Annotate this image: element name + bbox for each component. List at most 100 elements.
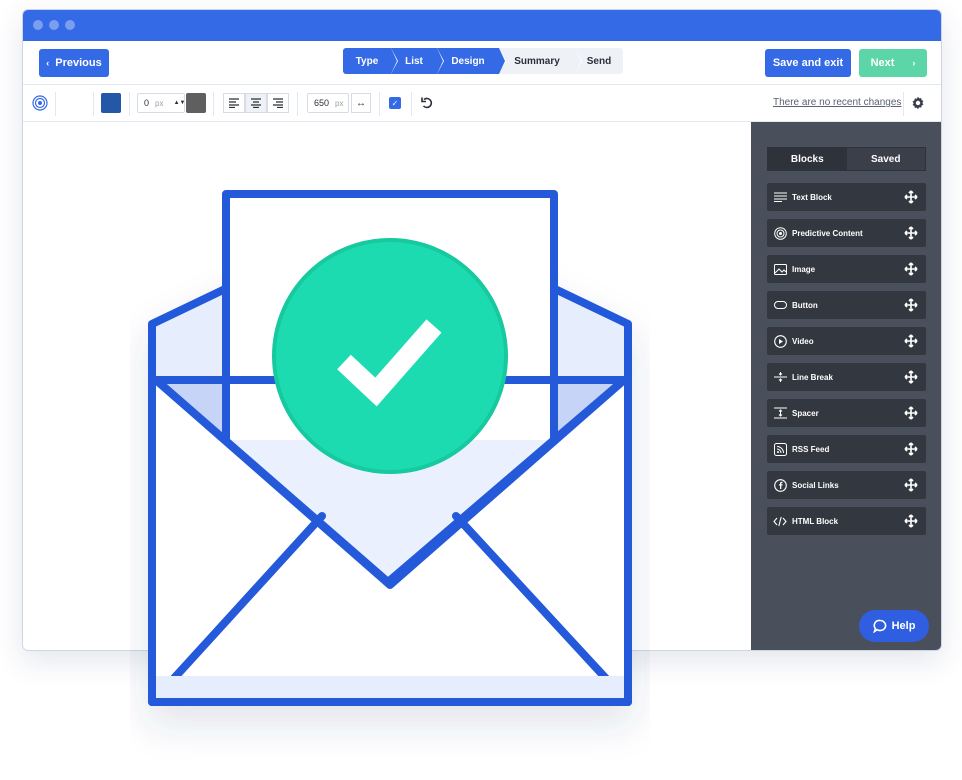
block-label: RSS Feed [792, 444, 830, 454]
align-left-icon[interactable] [223, 93, 245, 113]
block-label: Image [792, 264, 816, 274]
block-label: Button [792, 300, 818, 310]
move-icon[interactable] [904, 442, 918, 456]
checkbox-icon[interactable]: ✓ [389, 97, 401, 109]
step-type[interactable]: Type [343, 48, 398, 74]
gear-icon[interactable] [910, 95, 926, 111]
move-icon[interactable] [904, 514, 918, 528]
block-line-break[interactable]: Line Break [767, 363, 926, 391]
toolbar-divider [213, 92, 214, 116]
block-image[interactable]: Image [767, 255, 926, 283]
previous-button[interactable]: ‹ Previous [39, 49, 109, 77]
undo-icon[interactable] [419, 95, 435, 111]
previous-button-label: Previous [55, 57, 102, 69]
block-button[interactable]: Button [767, 291, 926, 319]
spacer-icon [773, 406, 787, 420]
rss-icon [773, 442, 787, 456]
editor-toolbar: 0 px ▲▼ 650 px ↔ ✓ There are no recent c… [23, 85, 941, 122]
block-label: Predictive Content [792, 228, 863, 238]
panel-tabs: Blocks Saved [767, 147, 926, 171]
block-social-links[interactable]: Social Links [767, 471, 926, 499]
toolbar-divider [903, 92, 904, 116]
block-label: Spacer [792, 408, 819, 418]
step-arrow [391, 48, 397, 74]
border-color-swatch[interactable] [186, 93, 206, 113]
chevron-left-icon: ‹ [46, 58, 50, 68]
step-arrow [437, 48, 443, 74]
block-text[interactable]: Text Block [767, 183, 926, 211]
fill-color-swatch[interactable] [101, 93, 121, 113]
window-dot [33, 20, 43, 30]
code-icon [773, 514, 787, 528]
step-label: Send [586, 55, 612, 67]
email-sent-illustration [148, 190, 632, 706]
border-width-value: 0 [144, 98, 150, 108]
toolbar-divider [411, 92, 412, 116]
step-send[interactable]: Send [575, 48, 623, 74]
step-arrow [499, 48, 505, 74]
step-design[interactable]: Design [437, 48, 506, 74]
line-break-icon [773, 370, 787, 384]
move-icon[interactable] [904, 370, 918, 384]
align-right-icon[interactable] [267, 93, 289, 113]
predictive-target-icon[interactable] [31, 94, 49, 112]
predictive-icon [773, 226, 787, 240]
move-icon[interactable] [904, 334, 918, 348]
play-icon [773, 334, 787, 348]
step-label: Type [355, 55, 379, 67]
block-html[interactable]: HTML Block [767, 507, 926, 535]
save-button-label: Save and exit [772, 57, 844, 69]
recent-changes-link[interactable]: There are no recent changes [773, 97, 901, 108]
move-icon[interactable] [904, 478, 918, 492]
step-label: Design [451, 55, 485, 67]
width-arrows-icon[interactable]: ↔ [351, 93, 371, 113]
next-button-label: Next [870, 57, 895, 69]
toolbar-divider [93, 92, 94, 116]
next-button[interactable]: Next › [859, 49, 927, 77]
window-titlebar [23, 10, 941, 41]
button-icon [773, 298, 787, 312]
step-summary[interactable]: Summary [499, 48, 582, 74]
block-label: Social Links [792, 480, 839, 490]
step-breadcrumb: Type List Design Summary Send [343, 48, 623, 74]
move-icon[interactable] [904, 298, 918, 312]
image-icon [773, 262, 787, 276]
block-rss-feed[interactable]: RSS Feed [767, 435, 926, 463]
align-center-icon[interactable] [245, 93, 267, 113]
window-dot [65, 20, 75, 30]
block-predictive-content[interactable]: Predictive Content [767, 219, 926, 247]
tab-blocks[interactable]: Blocks [768, 148, 847, 170]
help-label: Help [891, 620, 916, 632]
content-width-unit: px [335, 98, 344, 108]
move-icon[interactable] [904, 406, 918, 420]
save-and-exit-button[interactable]: Save and exit [765, 49, 851, 77]
chevron-right-icon: › [912, 58, 916, 68]
block-video[interactable]: Video [767, 327, 926, 355]
block-label: Text Block [792, 192, 832, 202]
block-label: Line Break [792, 372, 833, 382]
chat-bubble-icon [872, 619, 886, 633]
window-dot [49, 20, 59, 30]
stepper-arrows-icon[interactable]: ▲▼ [174, 94, 186, 112]
facebook-icon [773, 478, 787, 492]
step-arrow [575, 48, 581, 74]
block-spacer[interactable]: Spacer [767, 399, 926, 427]
content-width-input[interactable]: 650 px [307, 93, 349, 113]
blocks-panel: Blocks Saved Text Block Predictive Conte… [751, 122, 941, 650]
check-circle-icon [272, 238, 508, 474]
border-width-unit: px [155, 98, 164, 108]
toolbar-divider [379, 92, 380, 116]
toolbar-divider [297, 92, 298, 116]
text-lines-icon [773, 190, 787, 204]
help-button[interactable]: Help [859, 610, 929, 642]
toolbar-divider [129, 92, 130, 116]
step-label: List [405, 55, 423, 67]
tab-saved[interactable]: Saved [846, 148, 925, 170]
move-icon[interactable] [904, 190, 918, 204]
step-label: Summary [514, 55, 560, 67]
content-width-value: 650 [314, 98, 330, 108]
block-label: HTML Block [792, 516, 839, 526]
move-icon[interactable] [904, 226, 918, 240]
toolbar-divider [55, 92, 56, 116]
move-icon[interactable] [904, 262, 918, 276]
